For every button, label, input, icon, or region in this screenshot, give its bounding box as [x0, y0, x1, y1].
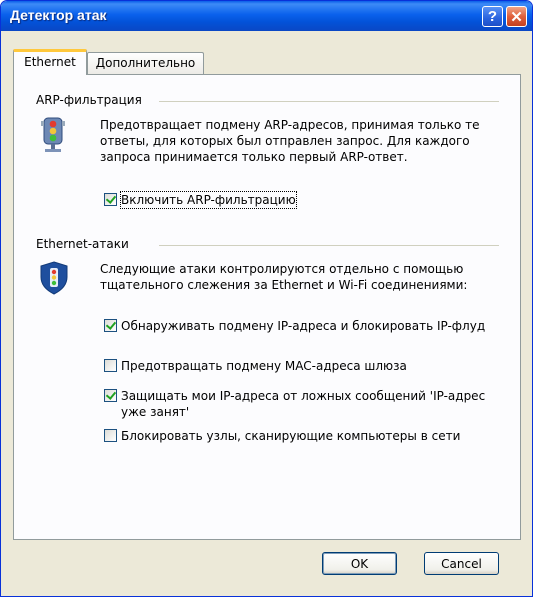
- title-bar[interactable]: Детектор атак ? ✕: [1, 1, 532, 31]
- help-button[interactable]: ?: [482, 6, 503, 27]
- ip-conflict-checkbox-row[interactable]: Защищать мои IP-адреса от ложных сообщен…: [104, 388, 514, 420]
- ethernet-description: Следующие атаки контролируются отдельно …: [100, 262, 468, 292]
- close-button[interactable]: ✕: [506, 6, 527, 27]
- arp-group-title: ARP-фильтрация: [36, 93, 142, 107]
- traffic-light-icon: [41, 113, 65, 155]
- arp-filter-label[interactable]: Включить ARP-фильтрацию: [120, 191, 297, 209]
- block-scanners-checkbox-row[interactable]: Блокировать узлы, сканирующие компьютеры…: [104, 428, 514, 444]
- ip-spoof-checkbox[interactable]: [104, 319, 117, 332]
- dialog-client-area: Ethernet Дополнительно ARP-фильтрация Пр…: [4, 31, 529, 593]
- ip-spoof-label[interactable]: Обнаруживать подмену IP-адреса и блокиро…: [121, 318, 485, 334]
- mac-gateway-checkbox[interactable]: [104, 359, 117, 372]
- block-scanners-label[interactable]: Блокировать узлы, сканирующие компьютеры…: [121, 428, 460, 444]
- arp-group-divider: [159, 101, 499, 102]
- help-icon: ?: [487, 8, 498, 25]
- ethernet-group-title: Ethernet-атаки: [36, 237, 129, 251]
- shield-traffic-light-icon: [40, 261, 68, 295]
- arp-filter-checkbox[interactable]: [104, 193, 117, 206]
- window-title: Детектор атак: [10, 7, 107, 23]
- mac-gateway-checkbox-row[interactable]: Предотвращать подмену MAC-адреса шлюза: [104, 358, 514, 374]
- ip-spoof-checkbox-row[interactable]: Обнаруживать подмену IP-адреса и блокиро…: [104, 318, 514, 334]
- cancel-button[interactable]: Cancel: [424, 552, 499, 575]
- ethernet-group-divider: [159, 245, 499, 246]
- dialog-window: Детектор атак ? ✕ Ethernet Дополнительно…: [0, 0, 533, 597]
- mac-gateway-label[interactable]: Предотвращать подмену MAC-адреса шлюза: [121, 358, 407, 374]
- close-icon: ✕: [510, 8, 523, 26]
- tab-ethernet[interactable]: Ethernet: [13, 49, 87, 75]
- tab-advanced[interactable]: Дополнительно: [87, 52, 204, 74]
- tab-panel-ethernet: ARP-фильтрация Предотвращает подмену ARP…: [13, 74, 521, 540]
- arp-description: Предотвращает подмену ARP-адресов, прини…: [100, 118, 480, 164]
- ok-button[interactable]: OK: [322, 552, 397, 575]
- block-scanners-checkbox[interactable]: [104, 429, 117, 442]
- arp-filter-checkbox-row[interactable]: Включить ARP-фильтрацию: [104, 191, 297, 209]
- ip-conflict-label[interactable]: Защищать мои IP-адреса от ложных сообщен…: [121, 388, 514, 420]
- ip-conflict-checkbox[interactable]: [104, 389, 117, 402]
